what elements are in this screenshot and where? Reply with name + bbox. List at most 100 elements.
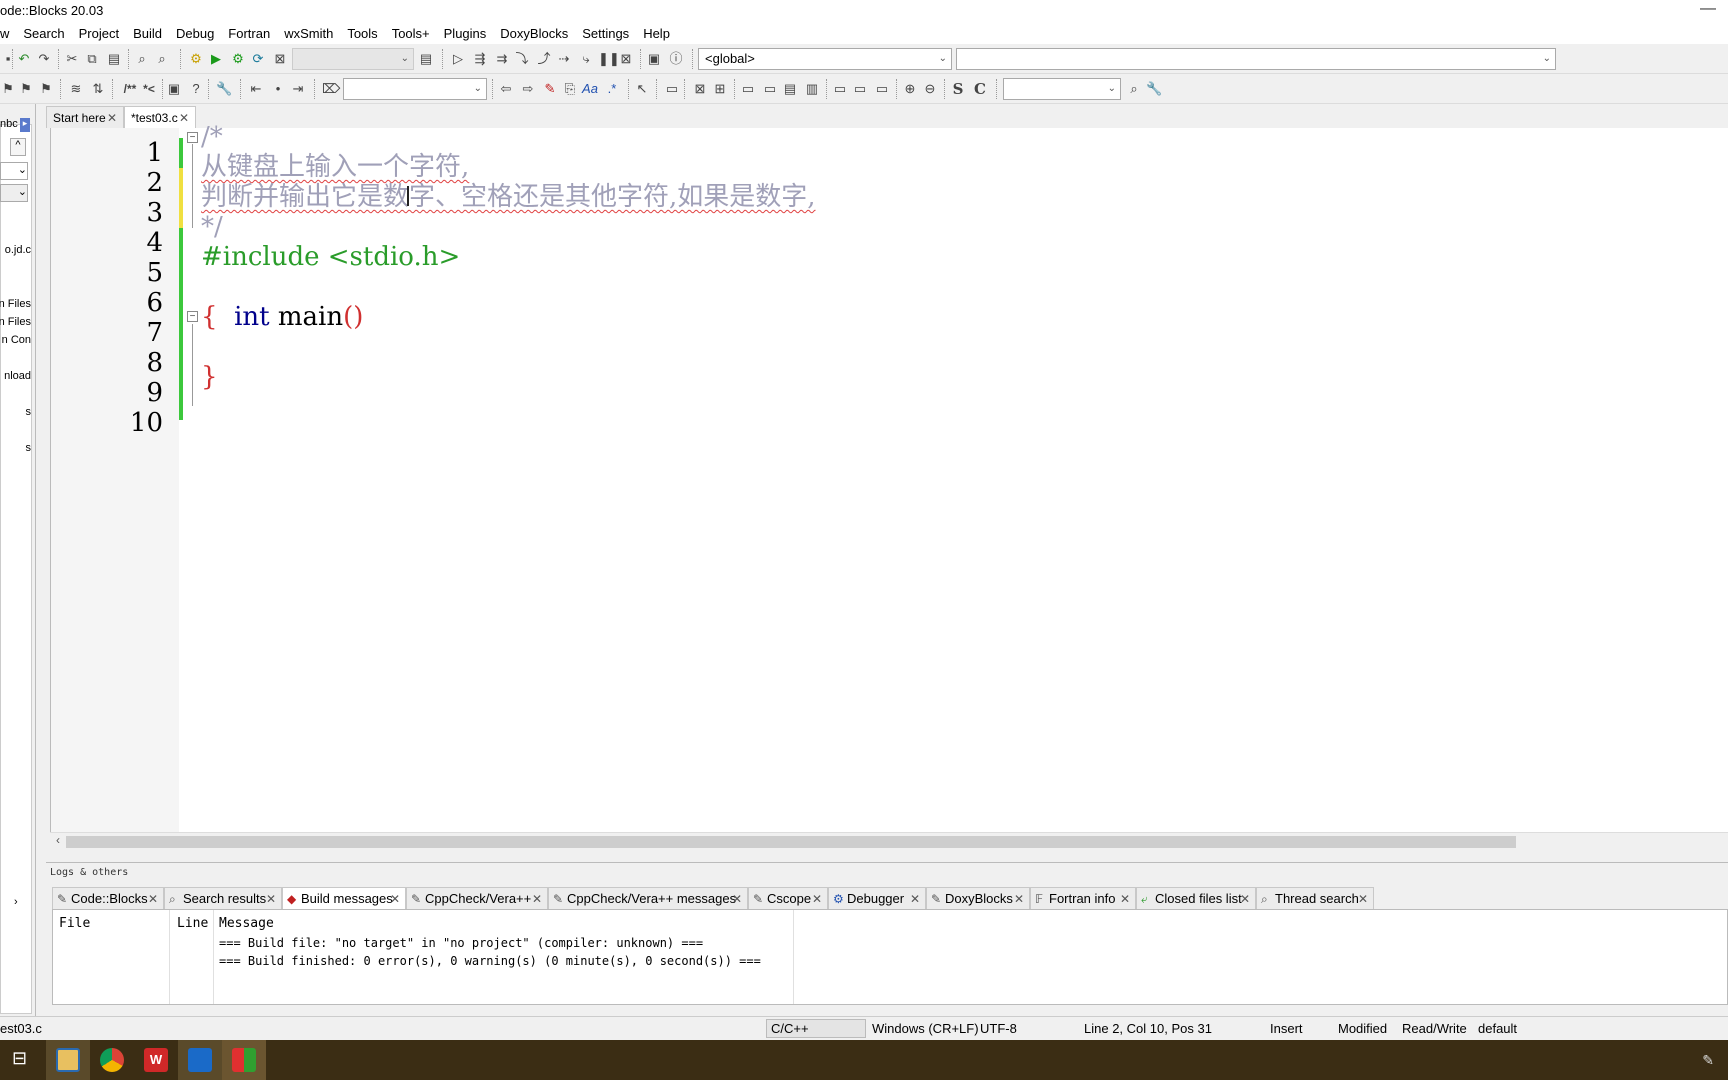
- s-button[interactable]: S: [950, 81, 966, 97]
- widget-4-icon[interactable]: ▥: [804, 81, 820, 97]
- tab-cppcheck[interactable]: ✎ CppCheck/Vera++ ✕: [406, 887, 548, 909]
- column-line[interactable]: Line: [177, 916, 208, 931]
- menu-build[interactable]: Build: [126, 26, 169, 41]
- menu-project[interactable]: Project: [72, 26, 126, 41]
- rebuild-icon[interactable]: ⟳: [250, 51, 266, 67]
- bookmark-toggle-icon[interactable]: ⚑: [0, 81, 16, 97]
- chevron-down-icon[interactable]: ⌄: [0, 184, 28, 202]
- line-comment-button[interactable]: *<: [140, 81, 158, 97]
- search-settings-icon[interactable]: 🔧: [1146, 81, 1162, 97]
- layout-a-icon[interactable]: ⊠: [692, 81, 708, 97]
- selection-icon[interactable]: ⎘: [562, 81, 578, 97]
- code-editor[interactable]: 1 2 3 4 5 6 7 8 9 10 − − /* 从键盘上输入一个字符, …: [50, 122, 1728, 832]
- build-messages-table[interactable]: File Line Message === Build file: "no ta…: [52, 909, 1728, 1005]
- table-row[interactable]: === Build finished: 0 error(s), 0 warnin…: [219, 954, 761, 968]
- close-icon[interactable]: ✕: [179, 107, 189, 129]
- match-case-icon[interactable]: Aa: [582, 81, 598, 97]
- chrome-button[interactable]: [90, 1040, 134, 1080]
- tree-item[interactable]: nload: [4, 370, 31, 382]
- tab-debugger[interactable]: ⚙ Debugger ✕: [828, 887, 926, 909]
- doxy-combo[interactable]: ⌄: [343, 78, 487, 100]
- scrollbar-thumb[interactable]: [66, 836, 1516, 848]
- replace-icon[interactable]: ⌕: [154, 51, 170, 67]
- paste-icon[interactable]: ▤: [106, 51, 122, 67]
- save-icon[interactable]: ▪: [0, 51, 16, 67]
- horizontal-scrollbar[interactable]: ‹: [50, 832, 1728, 850]
- undo-icon[interactable]: ↶: [16, 51, 32, 67]
- tree-item[interactable]: s: [26, 442, 32, 454]
- fold-toggle-icon[interactable]: −: [187, 311, 198, 322]
- widget-1-icon[interactable]: ▭: [740, 81, 756, 97]
- bookmark-next-icon[interactable]: ⚑: [38, 81, 54, 97]
- close-icon[interactable]: ✕: [532, 888, 542, 910]
- tab-doxyblocks[interactable]: ✎ DoxyBlocks ✕: [926, 887, 1030, 909]
- zoom-in-icon[interactable]: ⊕: [902, 81, 918, 97]
- jump-forward-icon[interactable]: ⇥: [290, 81, 306, 97]
- show-options-icon[interactable]: ▤: [418, 51, 434, 67]
- tab-codeblocks-log[interactable]: ✎ Code::Blocks ✕: [52, 887, 164, 909]
- menu-debug[interactable]: Debug: [169, 26, 221, 41]
- close-icon[interactable]: ✕: [812, 888, 822, 910]
- close-icon[interactable]: ✕: [266, 888, 276, 910]
- menu-search[interactable]: Search: [16, 26, 71, 41]
- doxy-config-icon[interactable]: ≋: [68, 81, 84, 97]
- close-icon[interactable]: ✕: [732, 888, 742, 910]
- doxy-chm-icon[interactable]: ?: [188, 81, 204, 97]
- tree-item[interactable]: n Con: [2, 334, 31, 346]
- label-icon[interactable]: ⌦: [322, 81, 340, 97]
- close-icon[interactable]: ✕: [1120, 888, 1130, 910]
- tab-fortran-info[interactable]: 𝔽 Fortran info ✕: [1030, 887, 1136, 909]
- function-combo[interactable]: ⌄: [956, 48, 1556, 70]
- tab-start-here[interactable]: Start here ✕: [46, 106, 124, 128]
- step-instruction-icon[interactable]: ⤷: [578, 51, 594, 67]
- build-icon[interactable]: ⚙: [188, 51, 204, 67]
- panel-tab-arrow-icon[interactable]: ▸: [20, 118, 30, 132]
- run-to-cursor-icon[interactable]: ⇶: [472, 51, 488, 67]
- pen-icon[interactable]: ✎: [1702, 1052, 1714, 1069]
- back-arrow-icon[interactable]: ⇦: [498, 81, 514, 97]
- debug-run-icon[interactable]: ▷: [450, 51, 466, 67]
- doxy-extract-icon[interactable]: ⇅: [90, 81, 106, 97]
- tab-test03[interactable]: *test03.c ✕: [124, 106, 196, 128]
- bookmark-prev-icon[interactable]: ⚑: [18, 81, 34, 97]
- widget-5-icon[interactable]: ▭: [832, 81, 848, 97]
- doxy-html-icon[interactable]: ▣: [166, 81, 182, 97]
- search-combo[interactable]: ⌄: [1003, 78, 1121, 100]
- menu-help[interactable]: Help: [636, 26, 677, 41]
- column-file[interactable]: File: [59, 916, 90, 931]
- menu-view[interactable]: w: [0, 26, 16, 41]
- file-explorer-button[interactable]: [46, 1040, 90, 1080]
- regex-icon[interactable]: .*: [604, 81, 620, 97]
- pause-icon[interactable]: ❚❚: [598, 51, 620, 67]
- build-target-combo[interactable]: ⌄: [292, 48, 414, 70]
- tab-thread-search[interactable]: ⌕ Thread search ✕: [1256, 887, 1374, 909]
- widget-2-icon[interactable]: ▭: [762, 81, 778, 97]
- chevron-down-icon[interactable]: ⌄: [0, 162, 28, 180]
- task-view-button[interactable]: ⊟: [0, 1040, 44, 1080]
- tree-item[interactable]: o.jd.c: [5, 244, 31, 256]
- close-icon[interactable]: ✕: [1014, 888, 1024, 910]
- widget-7-icon[interactable]: ▭: [874, 81, 890, 97]
- chevron-right-icon[interactable]: ›: [14, 896, 31, 908]
- tree-item[interactable]: s: [26, 406, 32, 418]
- forward-arrow-icon[interactable]: ⇨: [520, 81, 536, 97]
- wrench-icon[interactable]: 🔧: [216, 81, 232, 97]
- close-icon[interactable]: ✕: [390, 888, 400, 910]
- jump-dot-icon[interactable]: •: [270, 81, 286, 97]
- menu-tools[interactable]: Tools: [340, 26, 384, 41]
- menu-doxyblocks[interactable]: DoxyBlocks: [493, 26, 575, 41]
- c-button[interactable]: C: [972, 81, 988, 97]
- close-icon[interactable]: ✕: [1240, 888, 1250, 910]
- tab-search-results[interactable]: ⌕ Search results ✕: [164, 887, 282, 909]
- widget-6-icon[interactable]: ▭: [852, 81, 868, 97]
- close-icon[interactable]: ✕: [107, 107, 117, 129]
- tab-cscope[interactable]: ✎ Cscope ✕: [748, 887, 828, 909]
- close-icon[interactable]: ✕: [148, 888, 158, 910]
- cut-icon[interactable]: ✂: [64, 51, 80, 67]
- table-row[interactable]: === Build file: "no target" in "no proje…: [219, 936, 703, 950]
- scope-combo[interactable]: <global> ⌄: [698, 48, 952, 70]
- chevron-left-icon[interactable]: ‹: [56, 833, 60, 847]
- next-instruction-icon[interactable]: ⇢: [556, 51, 572, 67]
- codeblocks-taskbar-button[interactable]: [222, 1040, 266, 1080]
- build-run-icon[interactable]: ⚙: [230, 51, 246, 67]
